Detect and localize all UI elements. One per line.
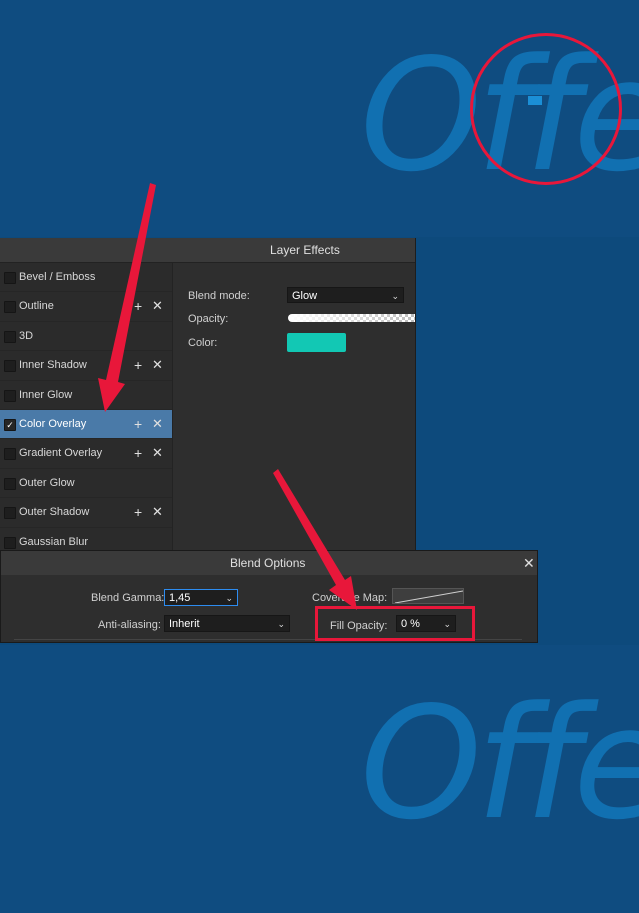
layer-effects-title: Layer Effects [270,243,340,257]
effect-row[interactable]: 3D [0,322,172,352]
blend-options-titlebar: Blend Options ✕ [1,551,537,575]
color-label: Color: [188,337,218,349]
opacity-label: Opacity: [188,313,229,325]
annotation-circle [470,33,622,185]
plus-icon[interactable]: + [134,498,142,526]
blend-gamma-label: Blend Gamma: [91,592,165,604]
effect-checkbox[interactable] [4,507,16,520]
effect-row[interactable]: Inner Shadow + ✕ [0,351,172,381]
color-swatch[interactable] [287,333,346,352]
effect-checkbox[interactable] [4,477,16,490]
effect-row[interactable]: Outer Glow [0,469,172,499]
effect-row[interactable]: Outer Shadow + ✕ [0,498,172,528]
annotation-highlight-box [315,606,475,641]
effect-checkbox[interactable] [4,389,16,402]
effect-row[interactable]: Outline + ✕ [0,292,172,322]
effect-checkbox[interactable] [4,272,16,284]
effect-label: Outline [19,300,54,313]
effect-checkbox[interactable] [4,301,16,314]
plus-icon[interactable]: + [134,292,142,320]
blend-gamma-value: 1,45 [169,592,191,604]
opacity-slider[interactable] [288,314,415,322]
blend-gamma-select[interactable]: 1,45 ⌄ [164,589,238,606]
effect-checkbox[interactable] [4,360,16,373]
close-icon[interactable]: ✕ [152,351,163,379]
effect-checkbox[interactable] [4,448,16,461]
effects-list: Bevel / Emboss Outline + ✕ 3D Inner Shadow + ✕ I… [0,263,173,557]
effect-label: Inner Shadow [19,359,87,372]
effect-label: Bevel / Emboss [19,271,96,283]
effect-checkbox[interactable] [4,330,16,343]
canvas-text-bottom[interactable]: Offe [360,686,639,841]
plus-icon[interactable]: + [134,439,142,467]
close-icon[interactable]: ✕ [152,439,163,467]
effect-label: Inner Glow [19,388,73,401]
effect-label: Gradient Overlay [19,447,103,460]
close-icon[interactable]: ✕ [152,410,163,438]
blend-mode-select[interactable]: Glow ⌄ [287,287,404,303]
blend-mode-label: Blend mode: [188,290,250,302]
effect-label: Outer Shadow [19,506,90,519]
chevron-down-icon: ⌄ [225,593,233,603]
close-icon[interactable]: ✕ [152,292,163,320]
effect-row[interactable]: ✓ Color Overlay + ✕ [0,409,172,440]
effect-row[interactable]: Gradient Overlay + ✕ [0,439,172,469]
blend-options-title: Blend Options [230,556,306,570]
coverage-map-label: Coverage Map: [312,592,388,604]
effect-label: Outer Glow [19,476,75,489]
plus-icon[interactable]: + [134,410,142,438]
effect-checkbox[interactable] [4,536,16,549]
effect-label: Color Overlay [19,417,87,430]
anti-aliasing-value: Inherit [169,618,200,630]
layer-effects-panel: Layer Effects Bevel / Emboss Outline + ✕ 3D I… [0,238,416,557]
layer-effects-titlebar: Layer Effects [0,238,415,263]
coverage-map-curve[interactable] [392,588,464,604]
plus-icon[interactable]: + [134,351,142,379]
anti-aliasing-label: Anti-aliasing: [98,619,161,631]
effect-label: 3D [19,329,34,342]
effect-checkbox[interactable]: ✓ [4,418,16,431]
close-icon[interactable]: ✕ [523,551,535,575]
chevron-down-icon: ⌄ [277,619,285,629]
anti-aliasing-select[interactable]: Inherit ⌄ [164,615,290,632]
close-icon[interactable]: ✕ [152,498,163,526]
effect-row[interactable]: Inner Glow [0,381,172,410]
blend-mode-value: Glow [292,290,318,302]
effect-row[interactable]: Bevel / Emboss [0,263,172,293]
chevron-down-icon: ⌄ [391,291,399,301]
